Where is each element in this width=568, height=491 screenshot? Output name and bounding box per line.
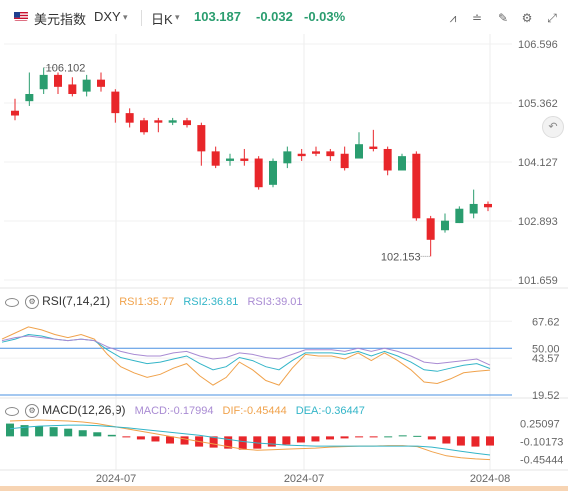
candle-body (412, 153, 421, 219)
candle-body (211, 151, 220, 166)
macd-bar (311, 436, 320, 442)
macd-bar (78, 430, 87, 437)
candle-body (82, 79, 91, 92)
macd-bar (340, 436, 349, 439)
x-axis-label: 2024-07 (284, 473, 324, 485)
candle-body (140, 120, 148, 133)
candle-body (484, 203, 492, 208)
candle-body (283, 151, 292, 164)
candle-body (125, 113, 134, 123)
price-axis-label: 105.362 (518, 98, 558, 110)
dif-line (9, 419, 491, 461)
macd-bar (107, 434, 116, 437)
candle-body (383, 148, 392, 171)
macd-bar (398, 435, 407, 437)
high-annotation: 106.102 (46, 63, 86, 75)
dea-line (9, 424, 491, 456)
rsi-axis-label: 67.62 (532, 316, 560, 328)
candle-body (455, 208, 464, 224)
axis-labels: 2024-07 2024-07 2024-08 106.596 105.362 104.1… (96, 39, 564, 485)
macd-axis-label: -0.45444 (520, 455, 563, 467)
rsi-series (1, 326, 491, 386)
rsi-axis-label: 43.57 (532, 353, 560, 365)
candle-body (39, 74, 48, 90)
price-axis-label: 106.596 (518, 39, 558, 51)
candle-body (254, 158, 263, 188)
macd-bar (35, 426, 44, 437)
candle-body (441, 220, 449, 231)
rsi-line-rsi3 (1, 335, 491, 366)
candle-body (183, 120, 191, 126)
candle-body (340, 153, 349, 169)
macd-axis-label: 0.25097 (520, 419, 560, 431)
candle-body (355, 144, 363, 159)
macd-bar (93, 432, 102, 437)
macd-bar (427, 436, 436, 440)
macd-bar (267, 436, 276, 447)
macd-bar (486, 436, 494, 446)
macd-axis-label: -0.10173 (520, 437, 563, 449)
candle-body (11, 110, 19, 116)
low-annotation: 102.153 (381, 251, 421, 263)
rsi-line-rsi1 (1, 326, 491, 386)
x-axis-label: 2024-08 (470, 473, 510, 485)
candle-body (226, 158, 234, 161)
candle-body (97, 79, 105, 87)
macd-bar (456, 436, 465, 446)
macd-bar (122, 436, 131, 438)
x-axis-label: 2024-07 (96, 473, 136, 485)
candle-body (154, 120, 163, 123)
macd-bar (282, 436, 291, 445)
macd-bar (296, 436, 305, 443)
candle-body (54, 74, 62, 87)
candle-body (68, 84, 77, 95)
dxy-chart-window: 美元指数 DXY ▾ 日K ▾ 103.187 -0.032 -0.03% ⩘ … (0, 0, 568, 491)
macd-bar (442, 436, 451, 444)
candle-body (312, 151, 320, 154)
macd-bar (49, 427, 58, 437)
macd-bar (238, 436, 247, 450)
candle-body (25, 94, 34, 102)
price-axis-label: 102.893 (518, 216, 558, 228)
candle-body (469, 203, 478, 214)
rsi-axis-label: 19.52 (532, 390, 560, 402)
macd-bar (64, 428, 73, 437)
macd-bar (180, 436, 189, 445)
price-axis-label: 104.127 (518, 157, 558, 169)
candle-body (369, 146, 378, 149)
candle-body (197, 125, 206, 152)
macd-series (6, 419, 494, 461)
macd-bar (326, 436, 334, 440)
chart-canvas[interactable]: 106.102 102.153 2024-07 2024-07 2024-08 106.… (0, 0, 568, 491)
candle-body (326, 151, 335, 157)
macd-bar (384, 436, 393, 438)
candle-body (240, 158, 249, 161)
macd-bar (413, 435, 422, 437)
macd-bar (136, 436, 145, 440)
candle-body (426, 218, 435, 240)
macd-bar (151, 436, 160, 442)
candle-body (398, 156, 406, 171)
candlestick-series: 106.102 102.153 (11, 63, 492, 263)
candle-body (111, 91, 120, 114)
price-axis-label: 101.659 (518, 275, 558, 287)
candle-body (269, 160, 277, 185)
candle-body (168, 120, 177, 123)
macd-bar (166, 436, 174, 444)
macd-bar (471, 436, 480, 447)
scroll-back-icon[interactable]: ↶ (542, 116, 564, 138)
bottom-strip (0, 486, 568, 491)
macd-bar (6, 423, 14, 437)
macd-bar (355, 436, 364, 438)
candle-body (297, 153, 306, 157)
grid-lines (0, 34, 568, 471)
macd-bar (369, 436, 378, 438)
